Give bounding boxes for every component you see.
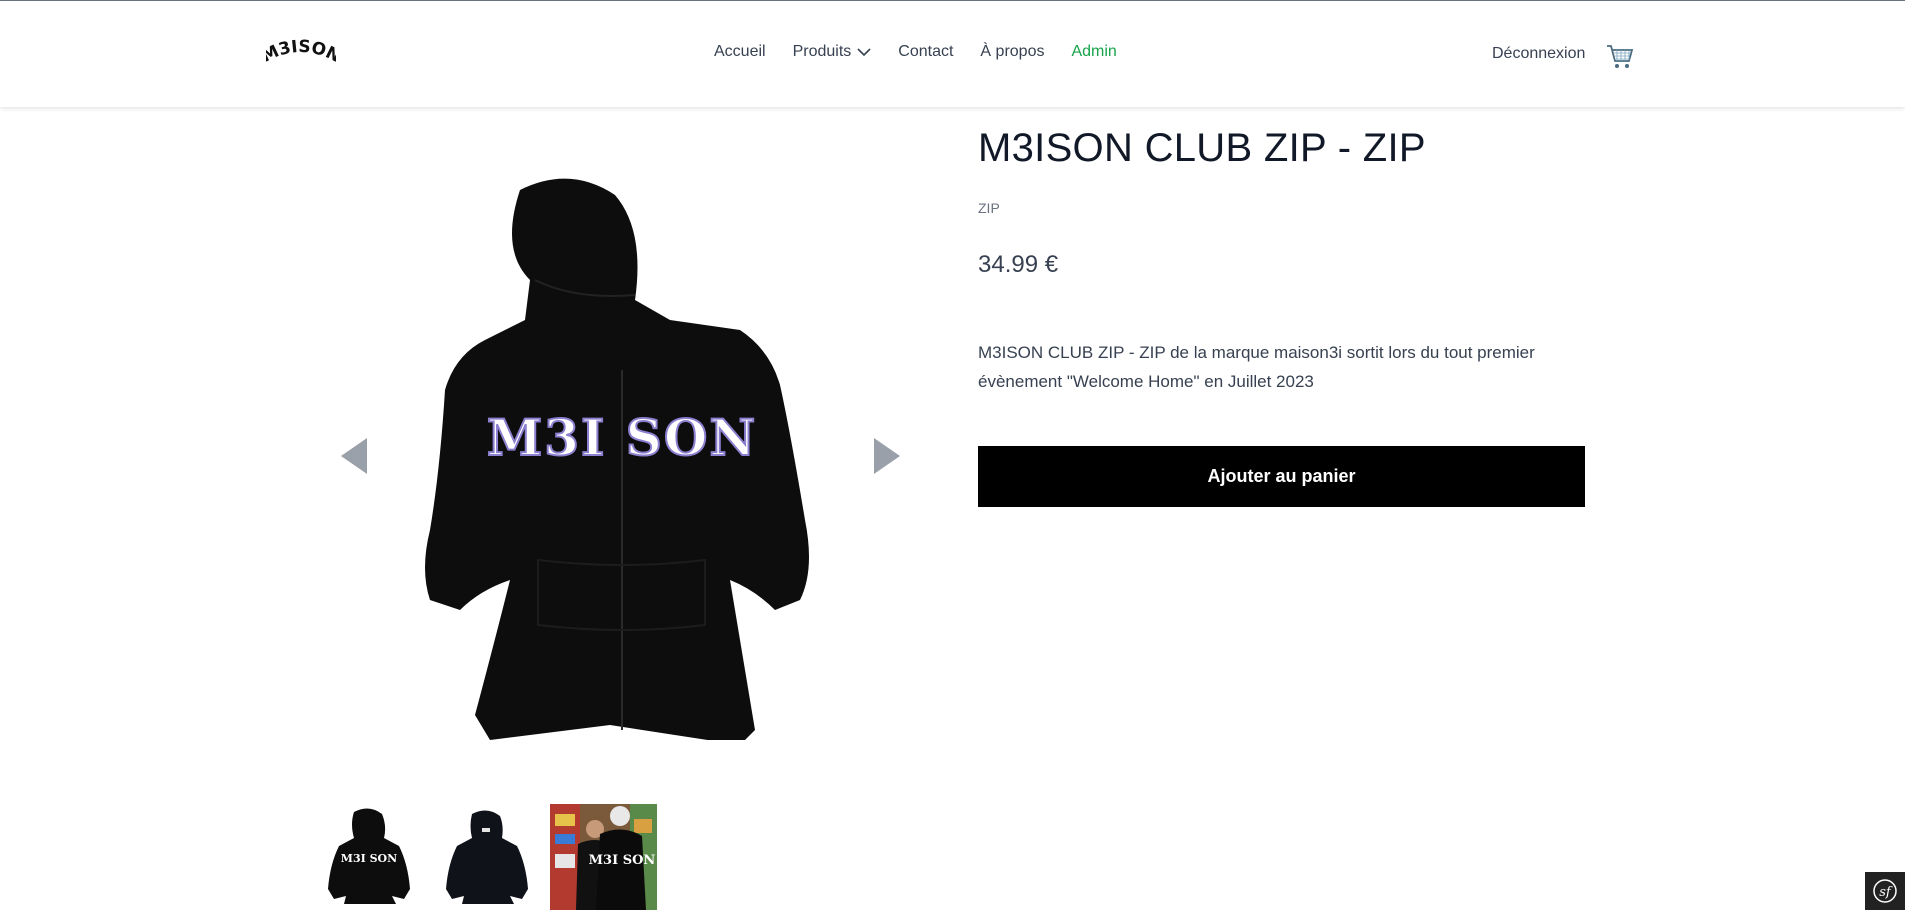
cart-icon[interactable] xyxy=(1605,41,1635,71)
nav-contact[interactable]: Contact xyxy=(898,43,953,61)
thumbnail-worn-photo[interactable]: M3I SON xyxy=(550,804,657,910)
svg-text:sf: sf xyxy=(1879,885,1893,900)
svg-text:M3I SON: M3I SON xyxy=(341,852,397,865)
arrow-right-icon[interactable] xyxy=(872,436,902,476)
product-price: 34.99 € xyxy=(978,251,1059,278)
logout-link[interactable]: Déconnexion xyxy=(1492,45,1585,63)
nav-accueil[interactable]: Accueil xyxy=(714,43,766,61)
chevron-down-icon xyxy=(857,48,871,57)
symfony-toolbar-icon[interactable]: sf xyxy=(1865,872,1905,910)
add-to-cart-button[interactable]: Ajouter au panier xyxy=(978,446,1585,507)
product-main-image: M3I SON xyxy=(425,178,809,740)
brand-logo[interactable]: M3ISON xyxy=(266,39,336,65)
svg-text:M3I SON: M3I SON xyxy=(487,408,757,467)
nav-produits-dropdown[interactable]: Produits xyxy=(793,43,872,61)
product-category: ZIP xyxy=(978,200,1000,216)
product-description: M3ISON CLUB ZIP - ZIP de la marque maiso… xyxy=(978,343,1535,391)
thumbnail-back[interactable] xyxy=(442,804,532,910)
main-nav: Accueil Produits Contact À propos Admin xyxy=(714,43,1144,61)
nav-admin[interactable]: Admin xyxy=(1071,43,1116,61)
arrow-left-icon[interactable] xyxy=(339,436,369,476)
product-title: M3ISON CLUB ZIP - ZIP xyxy=(978,126,1426,170)
thumbnail-front[interactable]: M3I SON xyxy=(324,804,414,910)
svg-text:M3ISON: M3ISON xyxy=(266,39,336,65)
navbar: M3ISON Accueil Produits Contact À propos… xyxy=(0,1,1905,107)
nav-a-propos[interactable]: À propos xyxy=(980,43,1044,61)
svg-text:M3I SON: M3I SON xyxy=(589,853,656,868)
